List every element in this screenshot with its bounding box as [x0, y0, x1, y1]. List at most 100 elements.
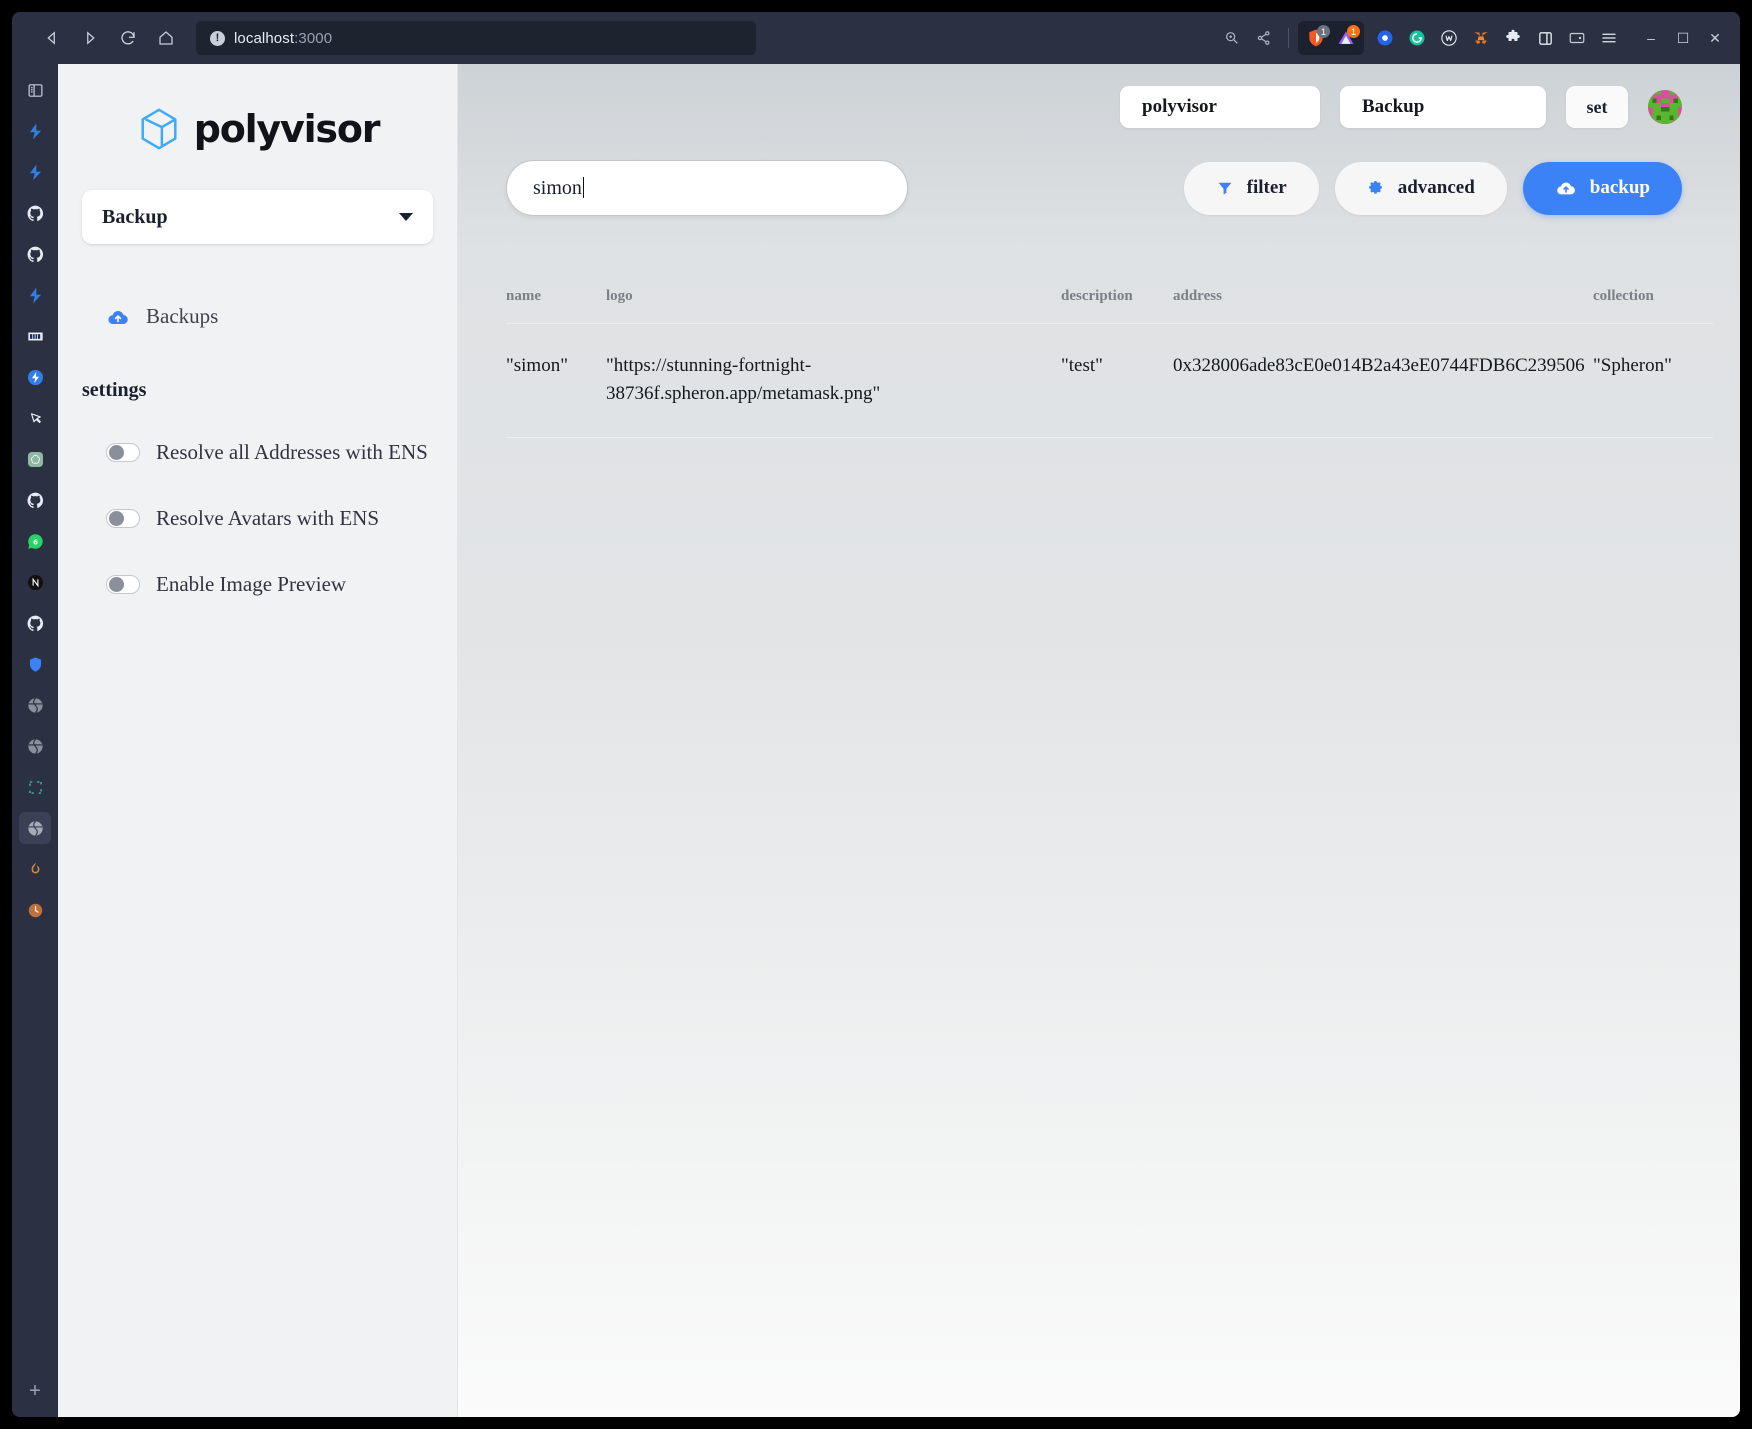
search-input[interactable]: simon	[506, 160, 908, 216]
globe-icon-1[interactable]	[19, 689, 51, 721]
blue-circle-extension-icon[interactable]	[1370, 23, 1400, 53]
warning-badge: 1	[1347, 25, 1360, 38]
lightning-circle-icon[interactable]	[19, 361, 51, 393]
reload-button[interactable]	[112, 22, 144, 54]
close-button[interactable]: ✕	[1700, 23, 1730, 53]
grammarly-extension-icon[interactable]	[1402, 23, 1432, 53]
back-button[interactable]	[36, 22, 68, 54]
filter-funnel-icon	[1218, 182, 1232, 195]
project-name-field[interactable]: polyvisor	[1120, 86, 1320, 128]
whatsapp-icon[interactable]: 6	[19, 525, 51, 557]
address-bar[interactable]: ! localhost:3000	[196, 21, 756, 55]
advanced-button[interactable]: advanced	[1334, 161, 1507, 215]
selection-box-icon[interactable]	[19, 771, 51, 803]
notion-dark-icon[interactable]	[19, 566, 51, 598]
filter-button-label: filter	[1246, 177, 1287, 198]
gear-icon	[1368, 180, 1382, 194]
setting-enable-image-preview[interactable]: Enable Image Preview	[82, 572, 433, 597]
not-secure-icon: !	[210, 30, 225, 46]
toggle-switch[interactable]	[106, 575, 140, 594]
github-icon-4[interactable]	[19, 607, 51, 639]
cdk-icon[interactable]	[19, 320, 51, 352]
shield-blue-icon[interactable]	[19, 648, 51, 680]
puzzle-extensions-icon[interactable]	[1498, 23, 1528, 53]
metamask-fox-icon[interactable]	[1466, 23, 1496, 53]
toggle-knob	[109, 577, 124, 592]
fire-icon[interactable]	[19, 853, 51, 885]
sidebar-toggle-icon[interactable]	[1530, 23, 1560, 53]
advanced-button-label: advanced	[1397, 177, 1475, 198]
column-header-name[interactable]: name	[506, 288, 606, 324]
column-header-description[interactable]: description	[1061, 288, 1173, 324]
main-topbar: polyvisor Backup set	[498, 64, 1700, 128]
supabase-icon-1[interactable]	[19, 115, 51, 147]
avatar[interactable]	[1648, 90, 1682, 124]
table-row[interactable]: "simon" "https://stunning-fortnight-3873…	[506, 323, 1713, 439]
column-header-address[interactable]: address	[1173, 288, 1593, 324]
filter-button[interactable]: filter	[1183, 161, 1319, 215]
table-selector-value: Backup	[102, 205, 168, 228]
logo-wordmark: polyvisor	[193, 107, 381, 151]
minimize-button[interactable]: –	[1636, 23, 1666, 53]
window-body: 6 + polyvisor Backup Backups settings Re…	[12, 64, 1740, 1417]
hamburger-menu-icon[interactable]	[1594, 23, 1624, 53]
backup-button[interactable]: backup	[1522, 161, 1682, 215]
browser-actions: 1 1 – ☐ ✕	[1217, 12, 1730, 64]
url-port: :3000	[294, 29, 333, 47]
text-cursor	[582, 176, 585, 198]
github-icon-1[interactable]	[19, 197, 51, 229]
browser-window: ! localhost:3000 1 1 – ☐ ✕ 6 + polyvisor…	[12, 12, 1740, 1417]
toggle-switch[interactable]	[106, 443, 140, 462]
search-input-value: simon	[533, 176, 582, 199]
clock-orange-icon[interactable]	[19, 894, 51, 926]
sidebar-item-backups[interactable]: Backups	[82, 294, 433, 339]
set-button[interactable]: set	[1566, 86, 1628, 128]
wallet-card-icon[interactable]	[1562, 23, 1592, 53]
toggle-switch[interactable]	[106, 509, 140, 528]
settings-heading: settings	[82, 379, 147, 401]
home-button[interactable]	[150, 22, 182, 54]
column-header-logo[interactable]: logo	[606, 288, 1061, 324]
github-icon-3[interactable]	[19, 484, 51, 516]
hand-cursor-icon[interactable]	[19, 402, 51, 434]
zoom-icon[interactable]	[1217, 23, 1247, 53]
polyvisor-cube-logo-icon	[141, 108, 177, 150]
globe-icon-active[interactable]	[19, 812, 51, 844]
url-text: localhost:3000	[234, 30, 332, 47]
table-selector[interactable]: Backup	[82, 190, 433, 244]
results-table-wrapper: name logo description address collection…	[498, 288, 1713, 439]
github-icon-2[interactable]	[19, 238, 51, 270]
avatar-blockie-image	[1648, 90, 1682, 124]
brave-shields-icon[interactable]: 1	[1301, 23, 1331, 53]
supabase-icon-3[interactable]	[19, 279, 51, 311]
app-rail: 6 +	[12, 64, 58, 1417]
warning-triangle-icon[interactable]: 1	[1331, 23, 1361, 53]
add-workspace-button[interactable]: +	[19, 1375, 51, 1407]
cloud-upload-icon	[108, 310, 128, 324]
app-logo: polyvisor	[82, 64, 433, 190]
setting-resolve-avatars-ens[interactable]: Resolve Avatars with ENS	[82, 506, 433, 531]
main-toolbar: simon filter advanced backup	[498, 128, 1700, 216]
globe-icon-2[interactable]	[19, 730, 51, 762]
share-icon[interactable]	[1249, 23, 1279, 53]
brave-badge: 1	[1317, 25, 1330, 38]
panel-toggle-icon[interactable]	[19, 74, 51, 106]
backup-button-label: backup	[1589, 177, 1650, 198]
table-header-row: name logo description address collection	[506, 288, 1713, 324]
table-name-field[interactable]: Backup	[1340, 86, 1546, 128]
openai-icon[interactable]	[19, 443, 51, 475]
window-controls: – ☐ ✕	[1636, 23, 1730, 53]
wallet-extension-icon[interactable]	[1434, 23, 1464, 53]
setting-resolve-addresses-ens[interactable]: Resolve all Addresses with ENS	[82, 440, 433, 465]
table-body: "simon" "https://stunning-fortnight-3873…	[506, 323, 1713, 439]
column-header-collection[interactable]: collection	[1593, 288, 1713, 324]
maximize-button[interactable]: ☐	[1668, 23, 1698, 53]
main-content: polyvisor Backup set simon filter advanc…	[458, 64, 1740, 1417]
forward-button[interactable]	[74, 22, 106, 54]
toolbar-actions: filter advanced backup	[1183, 161, 1682, 215]
table-head: name logo description address collection	[506, 288, 1713, 324]
supabase-icon-2[interactable]	[19, 156, 51, 188]
toolbar-divider	[1288, 28, 1289, 48]
toggle-knob	[109, 511, 124, 526]
app-page: polyvisor Backup Backups settings Resolv…	[58, 64, 1740, 1417]
